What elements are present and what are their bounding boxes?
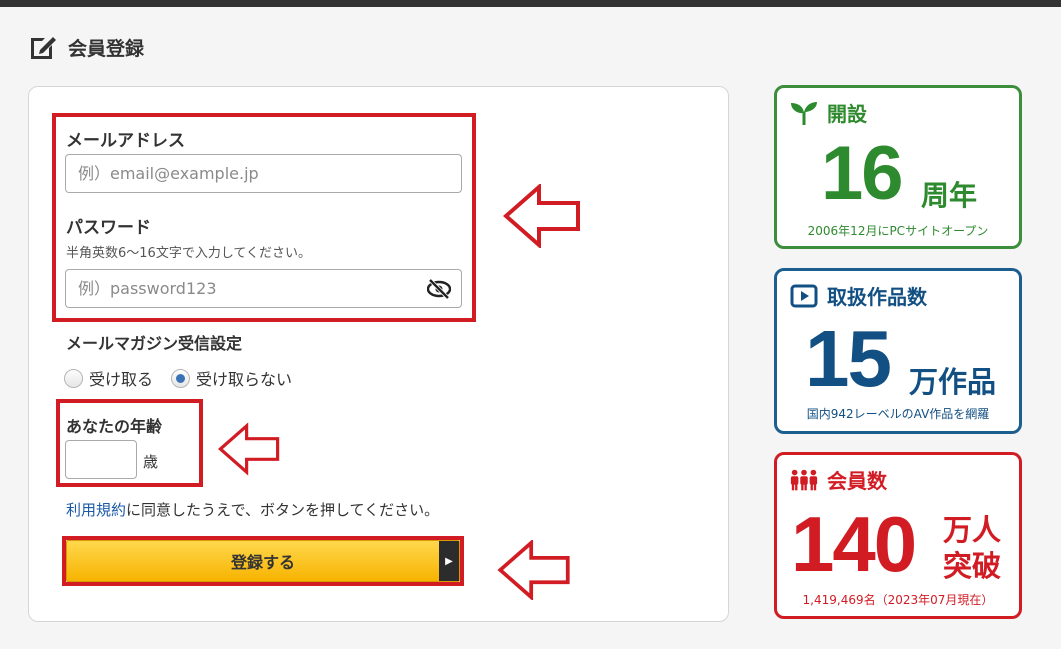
page-header: 会員登録 (28, 32, 144, 62)
stat-footnote: 2006年12月にPCサイトオープン (807, 224, 989, 238)
radio-receive[interactable] (64, 368, 83, 388)
newsletter-label: メールマガジン受信設定 (66, 334, 243, 353)
stat-header: 開設 (789, 98, 867, 127)
stat-card-members: 会員数 140 万人 突破 1,419,469名（2023年07月現在） (774, 452, 1022, 619)
arrow-left-icon (503, 184, 580, 248)
stat-title: 取扱作品数 (827, 285, 927, 309)
stat-header: 取扱作品数 (789, 281, 927, 310)
stat-suffix: 万作品 (909, 365, 997, 399)
stat-title: 開設 (827, 102, 867, 126)
terms-text: に同意したうえで、ボタンを押してください。 (126, 501, 440, 519)
sprout-icon (789, 100, 819, 126)
stat-suffix-line2: 突破 (943, 549, 1002, 583)
terms-link[interactable]: 利用規約 (66, 501, 126, 519)
edit-icon (28, 32, 58, 62)
newsletter-options: 受け取る 受け取らない (64, 366, 310, 390)
stat-number: 16 (821, 131, 904, 216)
stat-suffix: 周年 (921, 179, 978, 212)
terms-notice: 利用規約に同意したうえで、ボタンを押してください。 (66, 499, 439, 520)
highlight-register-button (62, 536, 464, 586)
stat-footnote: 国内942レーベルのAV作品を網羅 (806, 407, 990, 421)
page-title: 会員登録 (68, 37, 145, 60)
people-icon (789, 467, 819, 493)
top-bar (0, 0, 1061, 7)
stat-footnote: 1,419,469名（2023年07月現在） (802, 593, 994, 607)
highlight-age-field (56, 399, 203, 487)
newsletter-option-receive[interactable]: 受け取る (64, 366, 153, 390)
stat-card-anniversary: 開設 16 周年 2006年12月にPCサイトオープン (774, 85, 1022, 249)
radio-decline-label: 受け取らない (196, 370, 293, 389)
arrow-left-icon (497, 540, 570, 600)
stat-number: 140 (791, 500, 917, 588)
play-icon (789, 283, 819, 309)
highlight-login-fields (52, 113, 476, 322)
radio-decline[interactable] (171, 368, 191, 388)
stat-card-works: 取扱作品数 15 万作品 国内942レーベルのAV作品を網羅 (774, 268, 1022, 434)
stat-title: 会員数 (827, 469, 887, 493)
stat-number: 15 (805, 314, 892, 403)
arrow-left-icon (218, 422, 280, 476)
radio-receive-label: 受け取る (89, 370, 154, 389)
newsletter-option-decline[interactable]: 受け取らない (171, 366, 292, 390)
stat-header: 会員数 (789, 465, 887, 494)
